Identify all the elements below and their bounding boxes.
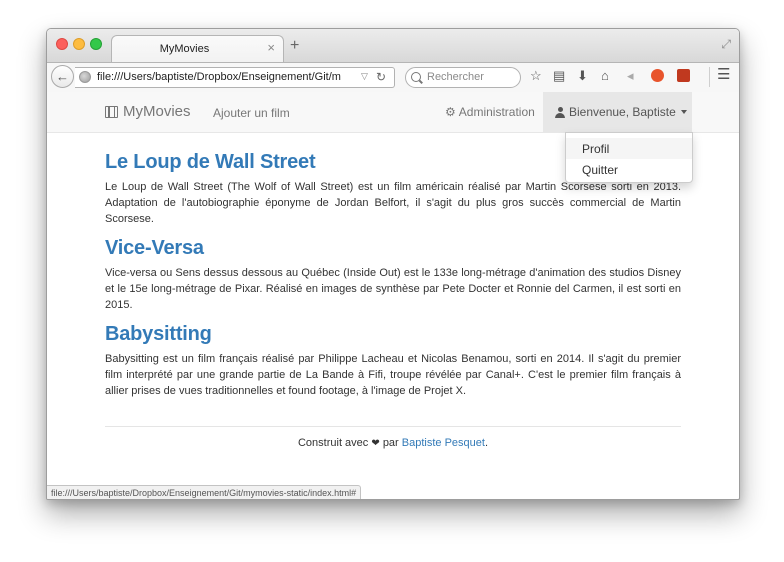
film-description: Babysitting est un film français réalisé… xyxy=(105,353,681,397)
tab-bar: MyMovies × + ⤢ xyxy=(47,29,739,62)
extension-icon[interactable] xyxy=(677,69,690,82)
url-bar[interactable]: file:///Users/baptiste/Dropbox/Enseignem… xyxy=(75,67,395,88)
film-title[interactable]: Babysitting xyxy=(105,321,681,347)
toolbar-divider xyxy=(709,67,710,87)
tab-title: MyMovies xyxy=(159,43,210,55)
admin-link[interactable]: ⚙ Administration xyxy=(445,105,535,119)
search-icon xyxy=(411,72,421,82)
zoom-window-button[interactable] xyxy=(90,38,102,50)
brand-link[interactable]: MyMovies xyxy=(105,103,191,120)
caret-down-icon xyxy=(680,110,687,114)
back-arrow-icon[interactable]: ← xyxy=(51,65,74,88)
user-greeting: Bienvenue, Baptiste xyxy=(569,105,676,119)
dropdown-item-label: Profil xyxy=(582,142,610,156)
film-icon xyxy=(105,105,118,118)
user-menu-toggle[interactable]: Bienvenue, Baptiste xyxy=(543,92,692,132)
reload-icon[interactable]: ↻ xyxy=(376,70,386,84)
dropdown-item-logout[interactable]: Quitter xyxy=(566,159,692,180)
download-icon[interactable]: ⬇ xyxy=(577,68,588,84)
footer-divider xyxy=(105,426,681,427)
dropdown-item-label: Quitter xyxy=(582,163,619,177)
footer-suffix: . xyxy=(484,437,489,449)
tab-close-icon[interactable]: × xyxy=(267,41,275,55)
page-footer: Construit avec ❤ par Baptiste Pesquet. xyxy=(105,437,681,449)
url-text[interactable]: file:///Users/baptiste/Dropbox/Enseignem… xyxy=(97,71,359,83)
reading-list-icon[interactable]: ▤ xyxy=(553,68,565,84)
bookmark-star-icon[interactable]: ☆ xyxy=(530,68,542,84)
film-list: Le Loup de Wall Street Le Loup de Wall S… xyxy=(105,149,681,407)
globe-icon xyxy=(79,71,91,83)
film-description: Vice-versa ou Sens dessus dessous au Qué… xyxy=(105,267,681,311)
user-dropdown-menu: Profil Quitter xyxy=(565,132,693,183)
film-item: Babysitting Babysitting est un film fran… xyxy=(105,321,681,399)
menu-hamburger-icon[interactable]: ☰ xyxy=(717,67,730,83)
new-tab-button[interactable]: + xyxy=(290,38,299,54)
url-history-dropdown-icon[interactable]: ▽ xyxy=(361,71,368,82)
status-bar-url: file:///Users/baptiste/Dropbox/Enseignem… xyxy=(47,485,362,499)
brand-label: MyMovies xyxy=(123,103,191,120)
dropdown-item-profile[interactable]: Profil xyxy=(566,138,692,159)
footer-prefix: Construit avec xyxy=(297,437,369,449)
search-placeholder: Rechercher xyxy=(427,71,484,83)
add-film-link[interactable]: Ajouter un film xyxy=(213,106,290,120)
browser-window: MyMovies × + ⤢ ← file:///Users/baptiste/… xyxy=(46,28,740,500)
film-item: Vice-Versa Vice-versa ou Sens dessus des… xyxy=(105,235,681,313)
home-icon[interactable]: ⌂ xyxy=(601,68,609,84)
extension-duckduckgo-icon[interactable] xyxy=(651,69,664,82)
heart-icon: ❤ xyxy=(371,438,380,449)
film-description: Le Loup de Wall Street (The Wolf of Wall… xyxy=(105,181,681,225)
browser-toolbar: ← file:///Users/baptiste/Dropbox/Enseign… xyxy=(47,62,739,93)
search-input[interactable]: Rechercher xyxy=(405,67,521,88)
close-window-button[interactable] xyxy=(56,38,68,50)
site-navbar: MyMovies Ajouter un film ⚙ Administratio… xyxy=(47,92,739,133)
gear-icon: ⚙ xyxy=(445,105,456,119)
admin-label: Administration xyxy=(458,105,535,119)
browser-tab[interactable]: MyMovies × xyxy=(111,35,284,62)
user-icon xyxy=(555,106,565,118)
footer-by: par xyxy=(382,437,399,449)
share-icon[interactable]: ◂ xyxy=(627,68,634,84)
film-title[interactable]: Vice-Versa xyxy=(105,235,681,261)
minimize-window-button[interactable] xyxy=(73,38,85,50)
fullscreen-icon[interactable]: ⤢ xyxy=(721,37,731,52)
author-link[interactable]: Baptiste Pesquet xyxy=(402,437,485,449)
